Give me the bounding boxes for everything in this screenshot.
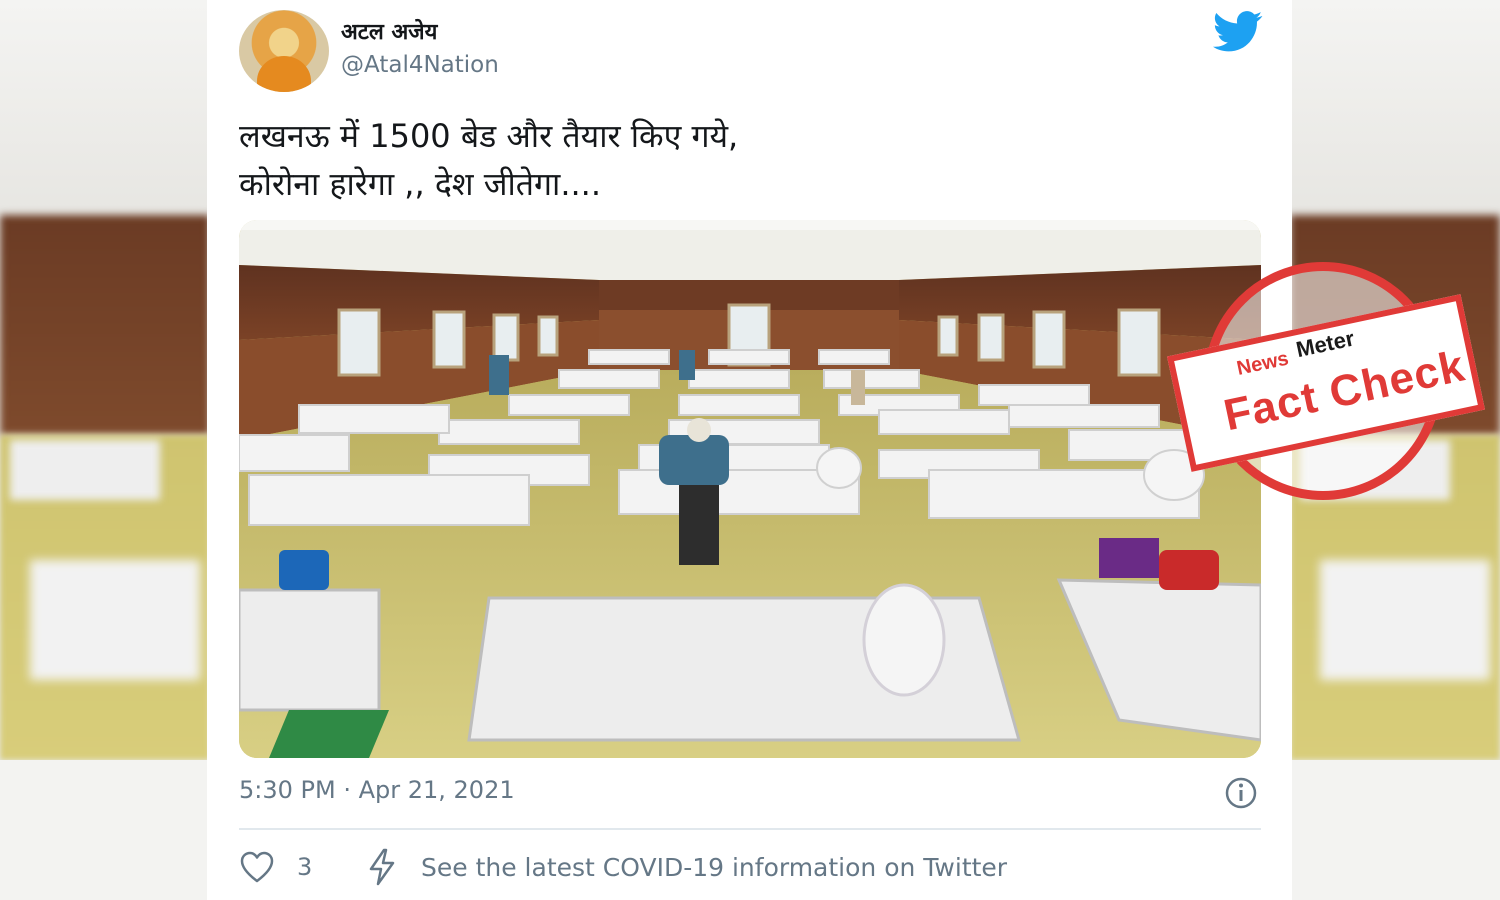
info-icon[interactable] <box>1224 776 1258 810</box>
stamp-news-label: News <box>1234 347 1291 380</box>
tweet-timestamp[interactable]: 5:30 PM · Apr 21, 2021 <box>239 776 515 804</box>
divider <box>239 828 1261 830</box>
stamp-meter-label: Meter <box>1293 325 1357 363</box>
avatar[interactable] <box>239 10 329 92</box>
twitter-bird-icon[interactable] <box>1213 10 1263 54</box>
fact-check-stamp: News Meter Fact Check <box>1167 262 1485 500</box>
tweet-text-line-2: कोरोना हारेगा ,, देश जीतेगा.... <box>239 165 602 203</box>
like-count[interactable]: 3 <box>297 853 312 881</box>
covid-info-link[interactable]: See the latest COVID-19 information on T… <box>421 853 1007 882</box>
heart-icon[interactable] <box>239 850 275 884</box>
display-name[interactable]: अटल अजेय <box>341 16 437 46</box>
user-handle[interactable]: @Atal4Nation <box>341 52 499 78</box>
hospital-beds-image <box>239 220 1261 758</box>
tweet-text: लखनऊ में 1500 बेड और तैयार किए गये, कोरो… <box>239 112 1239 208</box>
lightning-bolt-icon <box>369 848 395 886</box>
tweet-card: अटल अजेय @Atal4Nation लखनऊ में 1500 बेड … <box>207 0 1292 900</box>
background-blur-left <box>0 0 210 900</box>
tweet-text-line-1: लखनऊ में 1500 बेड और तैयार किए गये, <box>239 117 739 155</box>
tweet-photo[interactable] <box>239 220 1261 758</box>
